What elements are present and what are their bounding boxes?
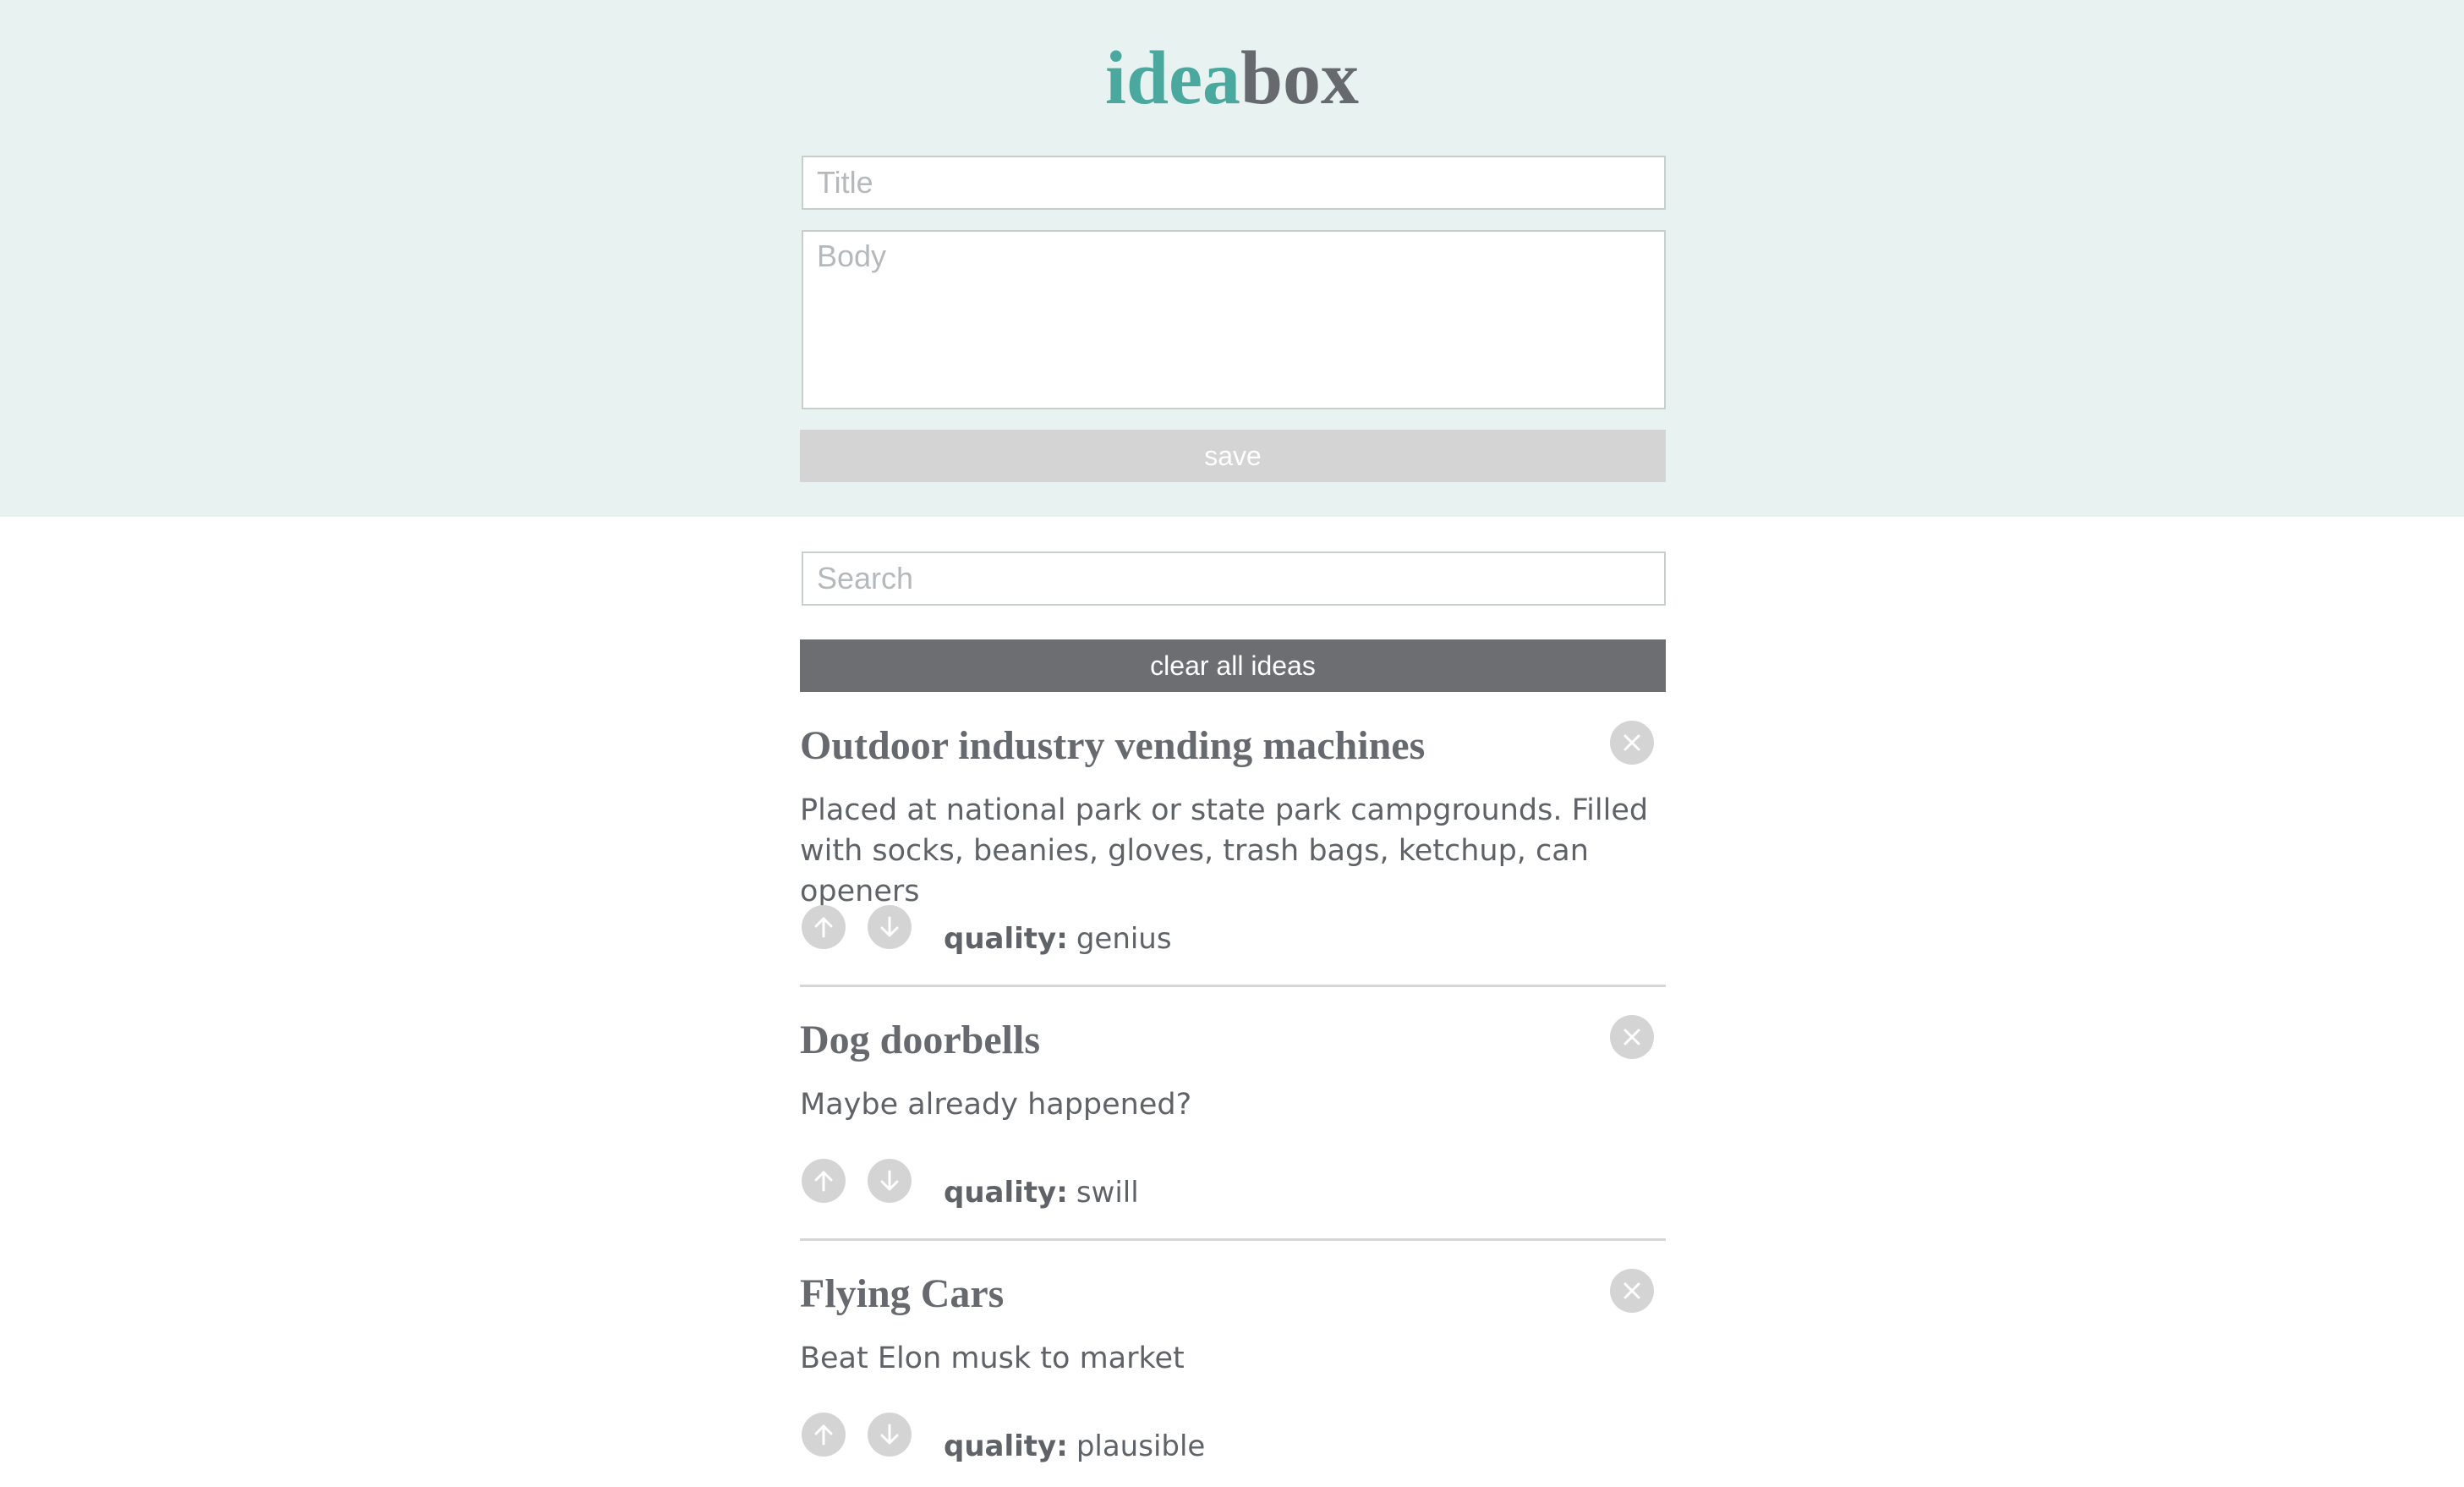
downvote-button[interactable] [868,1159,912,1203]
search-input[interactable] [802,551,1666,606]
arrow-up-icon [814,1171,833,1192]
logo-box-text: box [1240,36,1360,120]
idea-divider [800,1238,1666,1241]
upvote-button[interactable] [802,905,846,949]
arrow-up-icon [814,1424,833,1446]
arrow-down-icon [880,1170,899,1191]
body-input[interactable] [802,230,1666,409]
idea-quality: quality: plausible [944,1428,1205,1465]
quality-label: quality: [944,922,1068,956]
idea-card: Outdoor industry vending machines Placed… [800,721,1666,990]
arrow-down-icon [880,916,899,937]
logo-idea-text: idea [1104,36,1240,120]
upvote-button[interactable] [802,1413,846,1457]
idea-divider [800,985,1666,987]
delete-idea-button[interactable] [1610,1015,1654,1059]
clear-all-ideas-button[interactable]: clear all ideas [800,639,1666,692]
idea-card: Dog doorbells Maybe already happened? qu… [800,1015,1666,1243]
idea-quality: quality: swill [944,1174,1139,1211]
delete-idea-button[interactable] [1610,721,1654,765]
downvote-button[interactable] [868,905,912,949]
idea-body: Placed at national park or state park ca… [800,793,1649,908]
idea-title: Dog doorbells [800,1018,1041,1062]
idea-form-header: ideabox save [0,0,2464,517]
idea-body: Maybe already happened? [800,1088,1192,1122]
close-icon [1624,1282,1640,1299]
close-icon [1624,734,1640,751]
delete-idea-button[interactable] [1610,1269,1654,1313]
arrow-down-icon [880,1424,899,1445]
quality-value: genius [1076,922,1172,956]
downvote-button[interactable] [868,1413,912,1457]
quality-value: plausible [1076,1429,1206,1463]
quality-label: quality: [944,1176,1068,1210]
idea-body: Beat Elon musk to market [800,1342,1185,1375]
idea-title: Outdoor industry vending machines [800,723,1426,768]
upvote-button[interactable] [802,1159,846,1203]
quality-label: quality: [944,1429,1068,1463]
idea-card: Flying Cars Beat Elon musk to market qua… [800,1269,1666,1487]
title-input[interactable] [802,156,1666,210]
arrow-up-icon [814,917,833,938]
save-button[interactable]: save [800,430,1666,482]
idea-quality: quality: genius [944,920,1172,957]
app-logo: ideabox [0,32,2464,125]
close-icon [1624,1029,1640,1045]
quality-value: swill [1076,1176,1139,1210]
idea-title: Flying Cars [800,1271,1005,1316]
